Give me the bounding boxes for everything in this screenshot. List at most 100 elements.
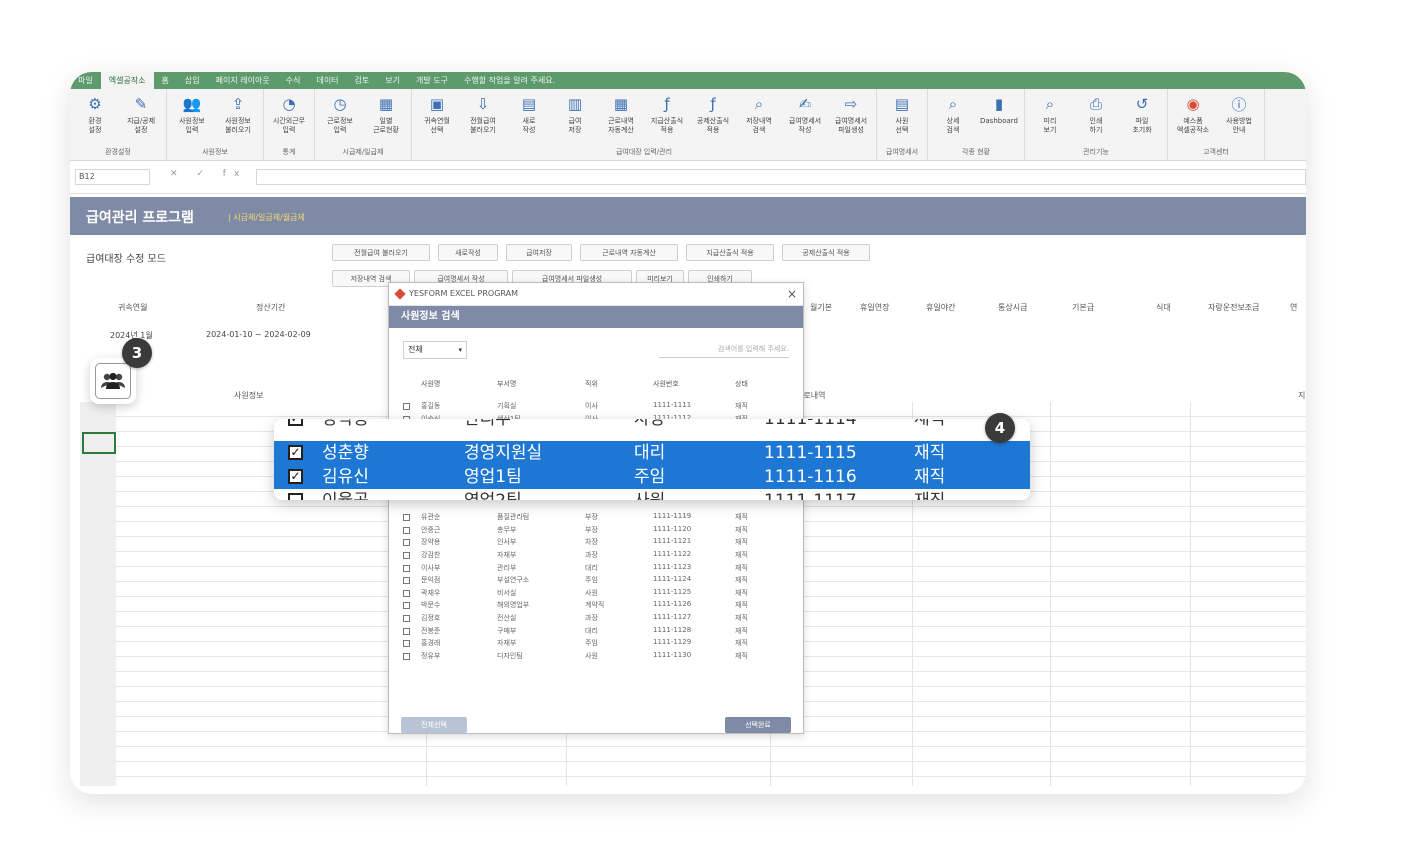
employee-cell: 재직 — [735, 613, 748, 622]
ribbon-tab[interactable]: 개발 도구 — [408, 72, 456, 89]
column-header: 기본급 — [1072, 303, 1095, 312]
employee-cell: 구매부 — [497, 626, 517, 635]
zoomed-checkbox[interactable]: ✓ — [288, 419, 303, 426]
employee-info-label: 사원정보 — [234, 391, 264, 400]
employee-cell: 이사 — [585, 402, 598, 410]
employee-row[interactable]: 문익점 부설연구소 주임 1111-1124 재직 — [399, 575, 793, 588]
employee-row[interactable]: 전봉준 구매부 대리 1111-1128 재직 — [399, 626, 793, 639]
dashboard-icon: ▮ — [994, 95, 1004, 113]
employee-row[interactable]: 안중근 총무부 부장 1111-1120 재직 — [399, 525, 793, 538]
name-box[interactable]: B12 — [75, 169, 150, 185]
search-input[interactable]: 검색어를 입력해 주세요. — [659, 341, 789, 358]
ribbon-button-label: 지급산출식 적용 — [650, 117, 684, 134]
employee-row[interactable]: 김정호 전산실 과장 1111-1127 재직 — [399, 613, 793, 626]
ribbon-tab[interactable]: 엑셀공작소 — [100, 72, 154, 89]
employee-cell: 부장 — [585, 513, 598, 522]
ribbon-tab[interactable]: 검토 — [347, 72, 378, 89]
row-checkbox[interactable] — [403, 589, 410, 597]
toolbar-button[interactable]: 공제산출식 적용 — [782, 244, 870, 261]
ribbon-button-label: 근로내역 자동계산 — [608, 117, 634, 134]
employee-cell: 홍경래 — [421, 639, 441, 648]
row-checkbox[interactable] — [403, 577, 410, 585]
row-checkbox[interactable] — [403, 602, 410, 610]
zoomed-selection-callout: ✓ 장학봉 관리부 차장 1111-1114 재직 ✓ 성춘향 경영지원실 대리 1111-1115… — [274, 419, 1030, 500]
grid-icon: ▦ — [613, 95, 629, 113]
employee-cell: 1111-1121 — [653, 537, 692, 546]
zoomed-cell: 재직 — [914, 419, 946, 429]
zoomed-cell: 재직 — [914, 489, 945, 500]
ribbon-tab[interactable]: 수식 — [278, 72, 309, 89]
row-checkbox[interactable] — [403, 539, 410, 547]
column-header: 통상시급 — [998, 303, 1028, 312]
zoomed-employee-row[interactable]: ✓ 성춘향 경영지원실 대리 1111-1115 재직 — [274, 441, 1030, 465]
row-checkbox[interactable] — [403, 526, 410, 534]
checkmark-icon: ✓ — [290, 469, 301, 483]
zoomed-cell: 김유신 — [322, 467, 369, 487]
toolbar-button[interactable]: 지급산출식 적용 — [686, 244, 774, 261]
ribbon-tab[interactable]: 보기 — [377, 72, 408, 89]
ribbon-group: 👥 사원정보 입력 ⇪ 사원정보 불러오기 사원정보 — [167, 89, 264, 160]
employee-cell: 재직 — [735, 651, 748, 660]
employee-cell: 강감찬 — [421, 550, 441, 559]
ribbon-tab[interactable]: 홈 — [154, 72, 177, 89]
row-checkbox[interactable] — [403, 551, 410, 559]
row-checkbox[interactable] — [403, 614, 410, 622]
ribbon-button-label: 급여 저장 — [568, 117, 582, 134]
column-header: 자랑운전보조금 — [1208, 303, 1260, 312]
toolbar-button[interactable]: 전월급여 불러오기 — [332, 244, 430, 261]
zoomed-cell: 성춘향 — [322, 443, 369, 463]
employee-cell: 재직 — [735, 538, 748, 547]
dialog-column-header: 사원번호 — [653, 380, 679, 388]
checkmark-icon: ✓ — [290, 419, 300, 425]
row-checkbox[interactable] — [403, 627, 410, 635]
close-icon[interactable]: × — [787, 283, 797, 305]
employee-row[interactable]: 곽재우 비서실 사원 1111-1125 재직 — [399, 588, 793, 601]
select-all-button[interactable]: 전체선택 — [401, 717, 467, 733]
ribbon-button-label: 사원정보 불러오기 — [225, 117, 251, 134]
employee-row[interactable]: 이사부 관리부 대리 1111-1123 재직 — [399, 563, 793, 576]
employee-row[interactable]: 유관순 품질관리팀 부장 1111-1119 재직 — [399, 512, 793, 525]
row-checkbox[interactable] — [403, 652, 410, 660]
formula-input[interactable] — [256, 169, 1306, 185]
row-checkbox[interactable] — [403, 640, 410, 648]
employee-row[interactable]: 홍길동 기획실 이사 1111-1111 재직 — [399, 401, 793, 414]
ribbon-group: ⌕ 미리 보기 ⎙ 인쇄 하기 ↺ 파일 초기화 관리기능 — [1025, 89, 1168, 160]
employee-cell: 1111-1125 — [653, 587, 692, 596]
employee-cell: 재직 — [735, 563, 748, 572]
ribbon-tab[interactable]: 삽입 — [177, 72, 208, 89]
column-header: 식대 — [1156, 303, 1171, 312]
zoomed-employee-row[interactable]: 이율곡 영업2팀 사원 1111-1117 재직 — [274, 489, 1030, 500]
employee-cell: 재직 — [735, 402, 748, 410]
ribbon-tab[interactable]: 데이터 — [308, 72, 346, 89]
employee-cell: 비서실 — [497, 588, 517, 597]
toolbar-button[interactable]: 새로작성 — [438, 244, 498, 261]
zoomed-checkbox[interactable]: ✓ — [288, 469, 303, 484]
employee-cell: 재직 — [735, 626, 748, 635]
row-checkbox[interactable] — [403, 403, 410, 410]
employee-cell: 차장 — [585, 538, 598, 547]
employee-row[interactable]: 박문수 해외영업부 계약직 1111-1126 재직 — [399, 600, 793, 613]
ribbon-button-label: 상세 검색 — [946, 117, 960, 134]
row-checkbox[interactable] — [403, 564, 410, 572]
zoomed-employee-row[interactable]: ✓ 김유신 영업1팀 주임 1111-1116 재직 — [274, 465, 1030, 489]
active-cell[interactable] — [82, 432, 116, 454]
ribbon: ⚙ 환경 설정 ✎ 지급/공제 설정 환경설정 👥 사원정보 입력 ⇪ 사원정보 불러오기 사원정… — [70, 89, 1306, 161]
toolbar-button[interactable]: 근로내역 자동계산 — [580, 244, 678, 261]
employee-row[interactable]: 장약용 인사부 차장 1111-1121 재직 — [399, 537, 793, 550]
employee-row[interactable]: 홍경래 자재부 주임 1111-1129 재직 — [399, 638, 793, 651]
ribbon-tab[interactable]: 수행할 작업을 알려 주세요. — [456, 72, 563, 89]
filter-select[interactable]: 전체 ▾ — [403, 341, 467, 359]
selection-done-button[interactable]: 선택완료 — [725, 717, 791, 733]
employee-row[interactable]: 강감찬 자재부 과장 1111-1122 재직 — [399, 550, 793, 563]
ribbon-tab[interactable]: 페이지 레이아웃 — [208, 72, 278, 89]
employee-cell: 홍길동 — [421, 402, 441, 410]
ribbon-tab[interactable]: 파일 — [70, 72, 101, 89]
zoomed-employee-row[interactable]: ✓ 장학봉 관리부 차장 1111-1114 재직 — [274, 419, 1030, 431]
zoomed-checkbox[interactable]: ✓ — [288, 445, 303, 460]
employee-row[interactable]: 정유부 디자인팀 사원 1111-1130 재직 — [399, 651, 793, 664]
toolbar-button[interactable]: 급여저장 — [506, 244, 572, 261]
users-icon — [95, 363, 131, 399]
row-checkbox[interactable] — [403, 514, 410, 522]
employee-cell: 사원 — [585, 588, 598, 597]
zoomed-checkbox[interactable] — [288, 493, 303, 500]
